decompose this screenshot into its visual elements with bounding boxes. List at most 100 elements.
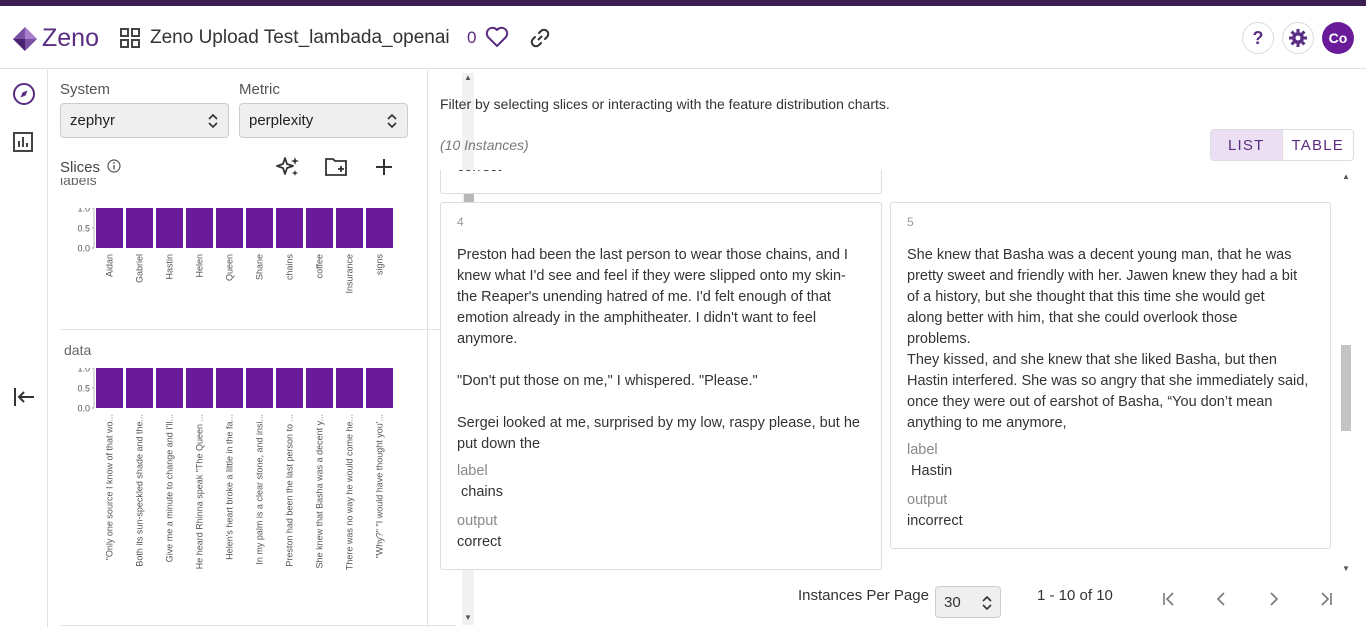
left-nav [0, 70, 48, 627]
metric-select[interactable]: perplexity [239, 103, 408, 138]
label-value: Hastin [907, 463, 953, 479]
bar[interactable] [126, 208, 153, 248]
bar[interactable] [366, 368, 393, 408]
scroll-up-arrow-icon[interactable]: ▲ [1342, 172, 1350, 181]
page-range: 1 - 10 of 10 [1037, 587, 1113, 604]
logo-text: Zeno [42, 24, 99, 52]
x-tick-label: Shane [255, 254, 265, 280]
table-view-button[interactable]: TABLE [1283, 130, 1354, 160]
bar[interactable] [96, 368, 123, 408]
help-icon: ? [1252, 27, 1264, 48]
collapse-sidebar-icon[interactable] [12, 385, 36, 414]
instance-card[interactable]: 5 She knew that Basha was a decent young… [890, 202, 1331, 549]
bar[interactable] [216, 368, 243, 408]
instances-list: correct 4 Preston had been the last pers… [440, 170, 1338, 575]
x-tick-label: chains [285, 254, 295, 281]
charts-region: labels 1.0 0.5 0.0 Aidan Gabriel Hastin Helen Q… [48, 178, 462, 627]
per-page-label: Instances Per Page [798, 587, 929, 604]
label-value: chains [457, 484, 503, 500]
y-tick-label: 0.5 [77, 384, 90, 394]
bar[interactable] [306, 368, 333, 408]
bar[interactable] [276, 208, 303, 248]
instance-text: She knew that Basha was a decent young m… [907, 247, 1309, 431]
labels-bar-chart[interactable]: 1.0 0.5 0.0 Aidan Gabriel Hastin Helen Queen Sha… [60, 208, 460, 338]
bar[interactable] [186, 208, 213, 248]
bar[interactable] [216, 208, 243, 248]
x-tick-label: Helen [195, 254, 205, 278]
avatar[interactable]: Co [1322, 22, 1354, 54]
y-tick-label: 0.5 [77, 224, 90, 234]
section-divider [60, 625, 456, 626]
slices-heading: Slices [60, 159, 121, 176]
bar[interactable] [246, 208, 273, 248]
system-select[interactable]: zephyr [60, 103, 229, 138]
list-view-button[interactable]: LIST [1211, 130, 1283, 160]
slices-label: Slices [60, 159, 101, 176]
select-chevrons-icon [387, 113, 397, 129]
bar[interactable] [246, 368, 273, 408]
y-tick-label: 0.0 [77, 244, 90, 254]
help-button[interactable]: ? [1242, 22, 1274, 54]
metric-select-value: perplexity [249, 112, 314, 129]
instance-count: (10 Instances) [440, 137, 529, 153]
grid-icon[interactable] [120, 28, 140, 53]
bar[interactable] [276, 368, 303, 408]
instance-card[interactable]: correct [440, 170, 882, 194]
bar[interactable] [336, 208, 363, 248]
instances-scrollbar-thumb[interactable] [1341, 345, 1351, 431]
bar[interactable] [336, 368, 363, 408]
instances-scrollbar[interactable]: ▲ ▼ [1340, 172, 1352, 575]
instance-text: Preston had been the last person to wear… [457, 247, 860, 452]
gear-icon [1289, 29, 1307, 47]
select-chevrons-icon [982, 595, 992, 611]
x-tick-label: In my palm is a clear stone, and insi... [255, 414, 265, 565]
bar[interactable] [366, 208, 393, 248]
bar[interactable] [156, 368, 183, 408]
x-tick-label: There was no way he would come he... [345, 414, 355, 570]
info-icon[interactable] [107, 159, 121, 173]
system-label: System [60, 81, 111, 98]
zeno-diamond-icon [13, 26, 37, 51]
x-tick-label: He heard Rhinna speak "The Queen ... [195, 414, 205, 569]
x-tick-label: signs [375, 254, 385, 276]
x-tick-label: Insurance [345, 254, 355, 294]
x-tick-label: Give me a minute to change and I'll... [165, 414, 175, 562]
x-tick-label: Hastin [165, 254, 175, 280]
zeno-logo[interactable]: Zeno [12, 24, 99, 53]
bar[interactable] [186, 368, 213, 408]
bar[interactable] [156, 208, 183, 248]
prev-page-icon[interactable] [1213, 591, 1229, 612]
y-tick-label: 0.0 [77, 404, 90, 414]
bar[interactable] [306, 208, 333, 248]
first-page-icon[interactable] [1161, 591, 1177, 612]
x-tick-label: Gabriel [135, 254, 145, 283]
label-key: label [907, 442, 938, 458]
settings-button[interactable] [1282, 22, 1314, 54]
bar[interactable] [126, 368, 153, 408]
sidebar: System zephyr Metric perplexity Slices l… [48, 70, 474, 627]
bar[interactable] [96, 208, 123, 248]
instance-index: 5 [907, 215, 914, 229]
x-tick-label: Preston had been the last person to ... [285, 414, 295, 567]
heart-icon[interactable] [485, 26, 509, 53]
y-tick-label: 1.0 [77, 368, 90, 374]
data-bar-chart[interactable]: 1.0 0.5 0.0 "Only one source I know of that… [60, 368, 460, 627]
explore-compass-icon[interactable] [12, 82, 36, 111]
x-tick-label: "Why?" "I would have thought you'... [375, 414, 385, 558]
x-tick-label: Helen's heart broke a little in the fa..… [225, 414, 235, 560]
labels-section-title: labels [60, 178, 97, 188]
label-key: label [457, 463, 488, 479]
like-count: 0 [467, 28, 477, 47]
instance-card[interactable]: 4 Preston had been the last person to we… [440, 202, 882, 570]
chart-icon[interactable] [12, 131, 34, 158]
output-key: output [457, 513, 498, 529]
scroll-down-arrow-icon[interactable]: ▼ [1342, 564, 1350, 573]
last-page-icon[interactable] [1318, 591, 1334, 612]
per-page-select[interactable]: 30 [935, 586, 1001, 618]
view-toggle: LIST TABLE [1210, 129, 1354, 161]
metric-label: Metric [239, 81, 280, 98]
link-icon[interactable] [528, 26, 552, 55]
project-title: Zeno Upload Test_lambada_openai [150, 27, 450, 48]
next-page-icon[interactable] [1266, 591, 1282, 612]
instance-index: 4 [457, 215, 464, 229]
